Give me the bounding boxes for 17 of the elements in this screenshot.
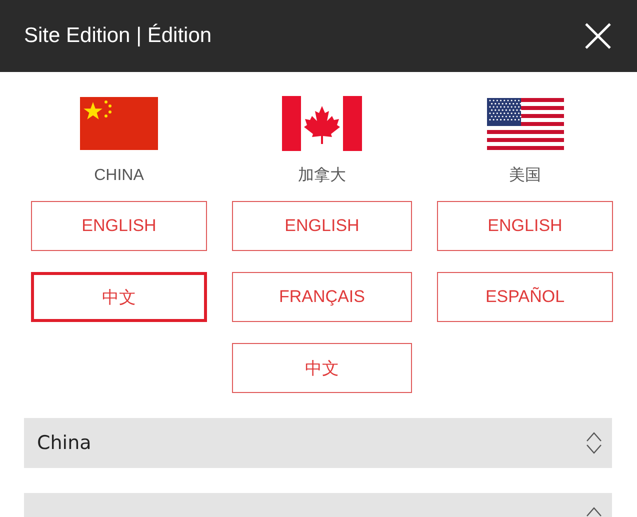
flag-icon [80, 97, 158, 150]
language-button[interactable]: ENGLISH [437, 201, 613, 251]
language-button[interactable]: 中文 [31, 272, 207, 322]
country-label: 美国 [509, 166, 541, 186]
flag-icon [282, 96, 362, 151]
language-button[interactable]: ESPAÑOL [437, 272, 613, 322]
flag-icon [486, 98, 564, 150]
language-button[interactable]: FRANÇAIS [232, 272, 412, 322]
dialog-title: Site Edition | Édition [24, 24, 212, 48]
country-label: CHINA [94, 166, 144, 186]
language-button[interactable]: 中文 [232, 343, 412, 393]
select-field[interactable]: China [24, 418, 612, 468]
language-button[interactable]: ENGLISH [232, 201, 412, 251]
language-button[interactable]: ENGLISH [31, 201, 207, 251]
country-label: 加拿大 [298, 166, 346, 186]
chevron-icon [586, 431, 602, 455]
close-icon[interactable] [585, 23, 611, 49]
